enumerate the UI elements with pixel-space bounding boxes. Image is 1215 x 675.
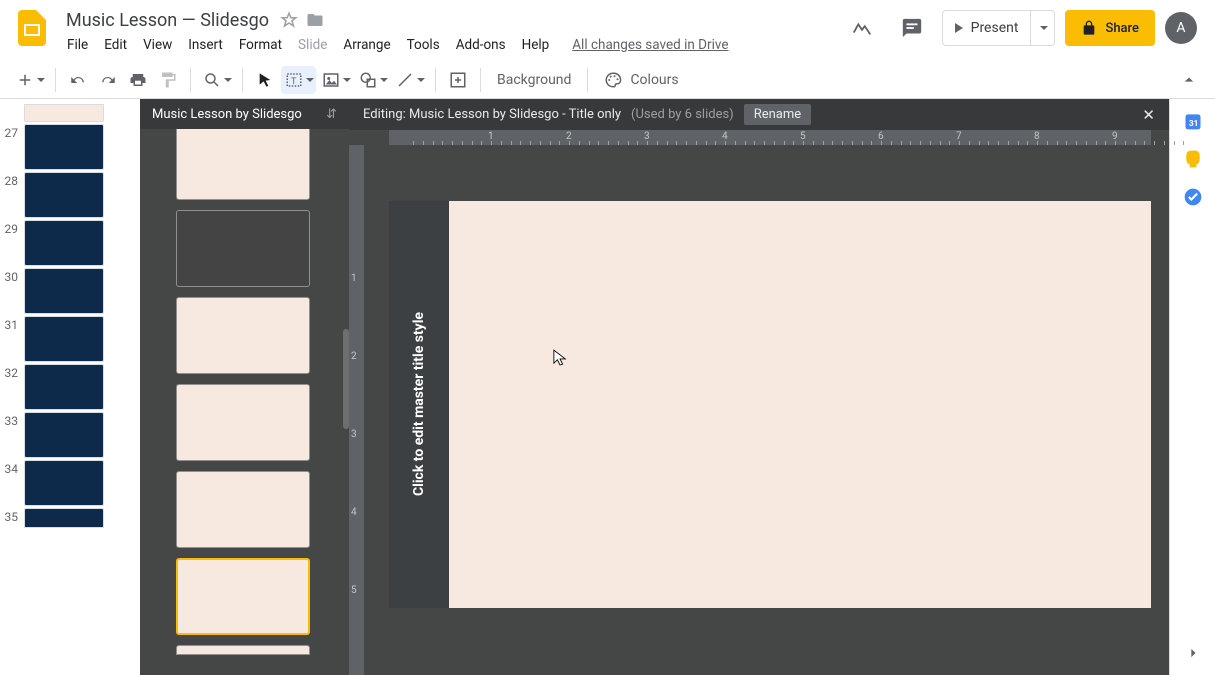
comments-icon[interactable] [892,8,932,48]
lock-icon [1081,20,1097,36]
slide-number: 28 [2,172,24,218]
activity-icon[interactable] [842,8,882,48]
master-layouts-list[interactable] [140,129,349,675]
slide-canvas[interactable]: Click to edit master title style [373,145,1169,675]
menu-help[interactable]: Help [515,33,557,57]
move-folder-icon[interactable] [303,8,327,32]
select-tool[interactable] [251,66,279,94]
colours-label: Colours [630,72,678,88]
share-button[interactable]: Share [1065,10,1155,46]
slide-thumb[interactable] [24,316,104,362]
editing-label: Editing: Music Lesson by Slidesgo - Titl… [363,107,621,122]
print-button[interactable] [124,66,152,94]
slide-thumb[interactable] [24,124,104,170]
new-slide-button[interactable] [12,66,47,94]
layout-thumb[interactable] [176,297,310,374]
layout-thumb[interactable] [176,210,310,287]
close-master-icon[interactable]: ✕ [1142,106,1155,124]
slide-thumb[interactable] [24,104,104,122]
slide-number: 33 [2,412,24,458]
add-placeholder-button[interactable] [444,66,472,94]
palette-icon [604,71,622,89]
paint-format-button[interactable] [154,66,182,94]
menu-insert[interactable]: Insert [181,33,230,57]
slide-layout[interactable]: Click to edit master title style [389,201,1151,608]
menu-file[interactable]: File [60,33,95,57]
slide-number: 30 [2,268,24,314]
svg-text:31: 31 [1188,119,1198,129]
present-button[interactable]: Present [942,10,1056,46]
doc-title[interactable]: Music Lesson — Slidesgo [60,8,275,33]
present-options[interactable] [1030,11,1054,45]
present-label: Present [971,20,1019,36]
keep-icon[interactable] [1183,149,1203,169]
vertical-ruler[interactable]: 12345 [349,145,373,675]
master-switch-icon[interactable]: ⇵ [326,107,337,122]
play-icon [955,23,963,33]
slide-number: 32 [2,364,24,410]
slide-number: 35 [2,508,24,528]
slide-thumb[interactable] [24,268,104,314]
slide-thumb[interactable] [24,412,104,458]
filmstrip[interactable]: 272829303132333435 [0,99,140,675]
background-button[interactable]: Background [489,66,579,94]
tasks-icon[interactable] [1183,187,1203,207]
zoom-button[interactable] [199,66,234,94]
layout-thumb[interactable] [176,129,310,200]
colours-button[interactable]: Colours [596,66,686,94]
share-label: Share [1105,21,1139,36]
layout-thumb-selected[interactable] [176,558,310,635]
image-tool[interactable] [318,66,353,94]
rename-button[interactable]: Rename [744,104,811,125]
slides-logo[interactable] [12,8,52,48]
slide-thumb[interactable] [24,460,104,506]
slide-body[interactable] [449,201,1151,608]
shape-tool[interactable] [355,66,390,94]
slide-number: 34 [2,460,24,506]
menu-edit[interactable]: Edit [97,33,134,57]
slide-thumb[interactable] [24,508,104,528]
slide-number: 29 [2,220,24,266]
collapse-toolbar-icon[interactable] [1175,66,1203,94]
menu-addons[interactable]: Add-ons [449,33,513,57]
used-by-label: (Used by 6 slides) [631,107,734,122]
menu-format[interactable]: Format [232,33,289,57]
master-name: Music Lesson by Slidesgo [152,107,302,122]
line-tool[interactable] [392,66,427,94]
expand-rail-icon[interactable] [1183,643,1203,663]
redo-button[interactable] [94,66,122,94]
layout-thumb[interactable] [176,384,310,461]
undo-button[interactable] [64,66,92,94]
text-box-tool[interactable]: T [281,66,316,94]
slide-thumb[interactable] [24,364,104,410]
menu-slide[interactable]: Slide [291,33,334,57]
title-placeholder[interactable]: Click to edit master title style [411,312,427,496]
star-icon[interactable] [277,8,301,32]
slide-number: 27 [2,124,24,170]
horizontal-ruler[interactable]: 123456789 [373,130,1169,145]
layout-thumb[interactable] [176,645,310,655]
slide-thumb[interactable] [24,172,104,218]
layout-thumb[interactable] [176,471,310,548]
menu-view[interactable]: View [136,33,179,57]
mouse-cursor [553,349,567,367]
menu-arrange[interactable]: Arrange [336,33,397,57]
account-avatar[interactable]: A [1165,12,1197,44]
master-header[interactable]: Music Lesson by Slidesgo ⇵ [140,99,349,129]
svg-text:T: T [291,76,297,86]
menu-tools[interactable]: Tools [400,33,447,57]
slide-thumb[interactable] [24,220,104,266]
save-status[interactable]: All changes saved in Drive [572,37,728,53]
slide-number: 31 [2,316,24,362]
calendar-icon[interactable]: 31 [1183,111,1203,131]
